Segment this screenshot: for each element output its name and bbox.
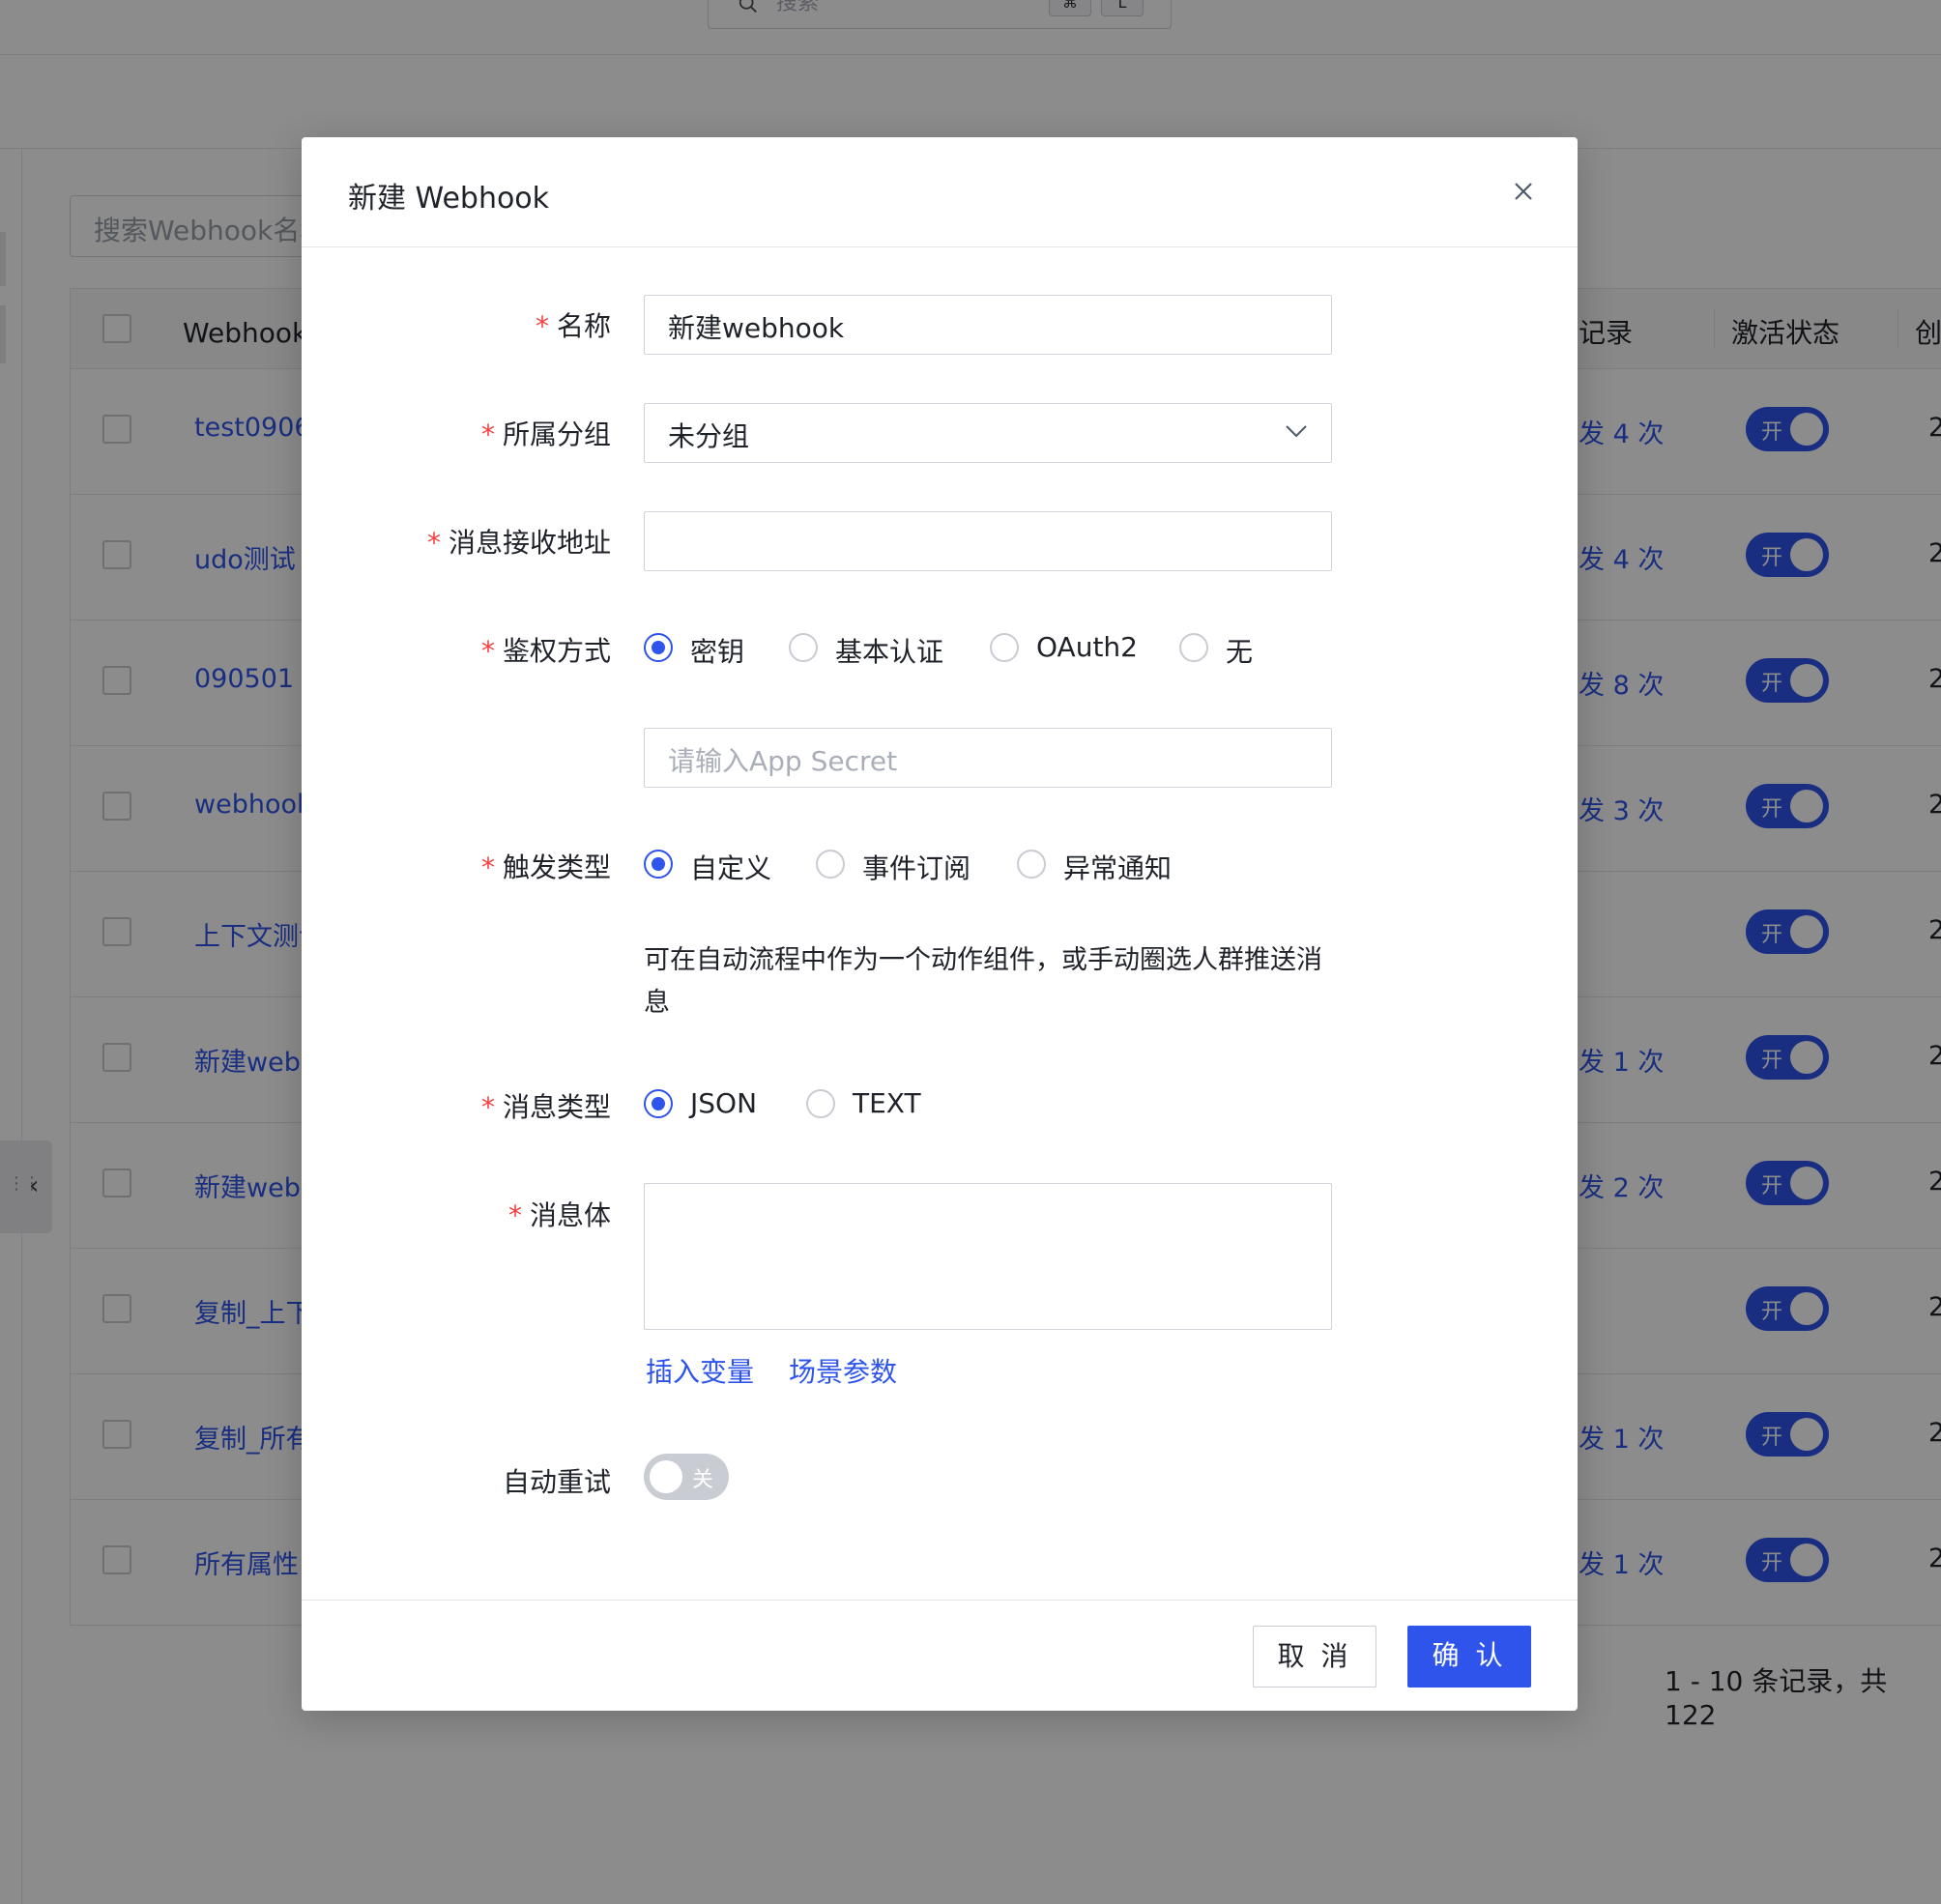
trigger-label: * 触发类型 xyxy=(480,851,611,883)
required-mark: * xyxy=(507,1199,522,1231)
new-webhook-dialog: 新建 Webhook * 名称 新建webhook * 所属分组 未分组 * 消息接收… xyxy=(302,137,1578,1711)
confirm-button[interactable]: 确 认 xyxy=(1407,1626,1531,1688)
required-mark: * xyxy=(535,310,549,342)
body-label: * 消息体 xyxy=(507,1199,611,1231)
app-secret-input[interactable]: 请输入App Secret xyxy=(644,728,1332,788)
radio-icon xyxy=(990,633,1019,662)
url-input[interactable] xyxy=(644,511,1332,571)
radio-icon xyxy=(789,633,818,662)
auto-retry-toggle[interactable]: 关 xyxy=(644,1454,729,1500)
chevron-down-icon xyxy=(1286,425,1307,438)
group-select-value: 未分组 xyxy=(668,420,750,452)
insert-variable-link[interactable]: 插入变量 xyxy=(646,1351,754,1390)
auth-label: * 鉴权方式 xyxy=(480,635,611,667)
cancel-button[interactable]: 取 消 xyxy=(1253,1626,1376,1688)
radio-icon xyxy=(806,1089,835,1118)
scene-params-link[interactable]: 场景参数 xyxy=(789,1351,897,1390)
name-input-value: 新建webhook xyxy=(668,312,845,344)
required-mark: * xyxy=(426,527,441,559)
required-mark: * xyxy=(480,851,495,883)
radio-checked-icon xyxy=(644,633,673,662)
radio-icon xyxy=(1179,633,1208,662)
radio-icon xyxy=(1017,850,1046,879)
required-mark: * xyxy=(480,418,495,450)
required-mark: * xyxy=(480,635,495,667)
radio-checked-icon xyxy=(644,1089,673,1118)
app-secret-placeholder: 请输入App Secret xyxy=(668,745,898,777)
auto-retry-toggle-text: 关 xyxy=(692,1468,714,1492)
group-select[interactable]: 未分组 xyxy=(644,403,1332,463)
group-label: * 所属分组 xyxy=(480,418,611,450)
message-body-textarea[interactable] xyxy=(644,1183,1332,1330)
auto-retry-label: 自动重试 xyxy=(502,1466,611,1498)
url-label: * 消息接收地址 xyxy=(426,527,611,559)
dialog-header: 新建 Webhook xyxy=(302,137,1578,247)
dialog-footer: 取 消 确 认 xyxy=(302,1600,1578,1711)
msg-type-label: * 消息类型 xyxy=(480,1091,611,1123)
close-icon[interactable] xyxy=(1508,176,1539,207)
dialog-title: 新建 Webhook xyxy=(348,182,550,216)
trigger-hint: 可在自动流程中作为一个动作组件，或手动圈选人群推送消息 xyxy=(644,945,1322,1018)
name-input[interactable]: 新建webhook xyxy=(644,295,1332,355)
required-mark: * xyxy=(480,1091,495,1123)
radio-checked-icon xyxy=(644,850,673,879)
name-label: * 名称 xyxy=(535,310,611,342)
radio-icon xyxy=(816,850,845,879)
toggle-knob xyxy=(650,1460,682,1493)
